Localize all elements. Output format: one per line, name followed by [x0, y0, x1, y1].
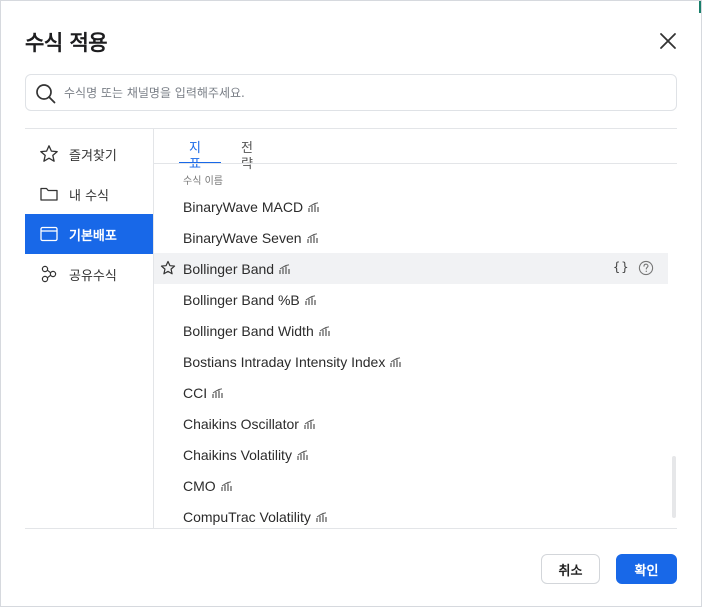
- search-input[interactable]: [64, 75, 664, 110]
- bar-chart-icon: [304, 417, 316, 429]
- sidebar-item-label: 공유수식: [69, 268, 117, 284]
- divider-top: [25, 128, 677, 129]
- help-icon[interactable]: [638, 260, 654, 276]
- bar-chart-icon: [308, 200, 320, 212]
- list-item[interactable]: CCI: [154, 377, 668, 408]
- formula-name: CMO: [183, 477, 216, 494]
- list-item[interactable]: Bostians Intraday Intensity Index: [154, 346, 668, 377]
- list-scrollbar[interactable]: [672, 456, 676, 518]
- list-item[interactable]: Bollinger Band {}: [154, 253, 668, 284]
- formula-name: BinaryWave MACD: [183, 198, 304, 215]
- sidebar-item-default[interactable]: 기본배포: [25, 214, 153, 254]
- tab-strategies[interactable]: 전략: [231, 141, 273, 172]
- formula-name: CCI: [183, 384, 208, 401]
- sidebar-item-label: 즐겨찾기: [69, 148, 117, 164]
- sidebar: 즐겨찾기 내 수식 기본배포 공유수식: [25, 134, 153, 294]
- search-box: [25, 74, 677, 111]
- formula-name: Bostians Intraday Intensity Index: [183, 353, 386, 370]
- tabs-divider: [154, 163, 677, 164]
- sidebar-item-my-formulas[interactable]: 내 수식: [25, 174, 153, 214]
- folder-icon: [39, 184, 59, 204]
- bar-chart-icon: [305, 293, 317, 305]
- list-item[interactable]: Chaikins Volatility: [154, 439, 668, 470]
- dialog-title: 수식 적용: [25, 31, 108, 55]
- list-item[interactable]: CMO: [154, 470, 668, 501]
- bar-chart-icon: [297, 448, 309, 460]
- search-icon: [35, 83, 56, 104]
- list-item[interactable]: BinaryWave MACD: [154, 191, 668, 222]
- formula-name: CompuTrac Volatility: [183, 508, 311, 525]
- close-icon[interactable]: [657, 30, 679, 52]
- tab-indicators[interactable]: 지표: [179, 141, 221, 172]
- window-icon: [39, 224, 59, 244]
- list-item[interactable]: Bollinger Band Width: [154, 315, 668, 346]
- formula-name: Bollinger Band %B: [183, 291, 300, 308]
- share-nodes-icon: [39, 264, 59, 284]
- cancel-button[interactable]: 취소: [541, 554, 600, 584]
- sidebar-item-label: 내 수식: [69, 188, 110, 204]
- list-item[interactable]: BinaryWave Seven: [154, 222, 668, 253]
- bar-chart-icon: [221, 479, 233, 491]
- formula-name: BinaryWave Seven: [183, 229, 302, 246]
- bar-chart-icon: [306, 231, 319, 243]
- favorite-star-icon[interactable]: [160, 260, 176, 276]
- list-item[interactable]: Bollinger Band %B: [154, 284, 668, 315]
- formula-name: Bollinger Band Width: [183, 322, 314, 339]
- divider-bottom: [25, 528, 677, 529]
- sidebar-item-label: 기본배포: [69, 228, 117, 244]
- bar-chart-icon: [212, 386, 224, 398]
- formula-list: BinaryWave MACD BinaryWave Seven Bolling…: [154, 191, 668, 532]
- bar-chart-icon: [279, 262, 291, 274]
- list-item[interactable]: Chaikins Oscillator: [154, 408, 668, 439]
- star-icon: [39, 144, 59, 164]
- corner-mark: [699, 1, 701, 13]
- ok-button[interactable]: 확인: [616, 554, 677, 584]
- formula-name: Bollinger Band: [183, 260, 275, 277]
- list-header: 수식 이름: [183, 176, 223, 187]
- formula-name: Chaikins Volatility: [183, 446, 292, 463]
- code-view-button[interactable]: {}: [613, 260, 629, 274]
- sidebar-item-favorites[interactable]: 즐겨찾기: [25, 134, 153, 174]
- bar-chart-icon: [390, 355, 402, 367]
- bar-chart-icon: [319, 324, 331, 336]
- formula-name: Chaikins Oscillator: [183, 415, 299, 432]
- sidebar-item-shared[interactable]: 공유수식: [25, 254, 153, 294]
- bar-chart-icon: [316, 510, 328, 522]
- formula-apply-dialog: 수식 적용 즐겨찾기: [0, 0, 702, 607]
